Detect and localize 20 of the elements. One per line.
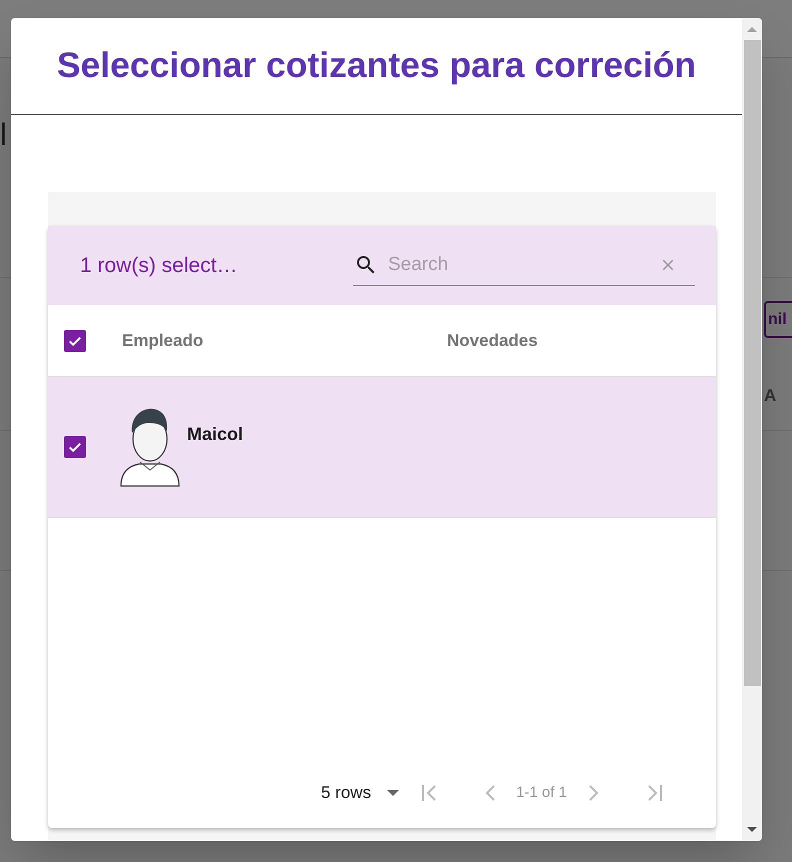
- scrollbar[interactable]: [742, 18, 762, 841]
- scroll-down-icon[interactable]: [747, 827, 757, 833]
- row-checkbox[interactable]: [64, 436, 86, 458]
- page-button[interactable]: nil: [764, 301, 792, 338]
- table-row[interactable]: Maicol: [48, 377, 716, 518]
- next-page-icon[interactable]: [586, 783, 601, 803]
- column-header[interactable]: Empleado: [122, 328, 447, 354]
- page-range: 1-1 of 1: [516, 782, 567, 803]
- scroll-up-icon[interactable]: [747, 26, 757, 32]
- dialog-title: Seleccionar cotizantes para correción: [56, 44, 696, 88]
- employee-name: Maicol: [187, 422, 244, 446]
- search-field[interactable]: Search: [388, 250, 659, 280]
- table-cell-text: A: [764, 385, 776, 407]
- previous-page-icon[interactable]: [483, 783, 498, 803]
- rows-per-page-select[interactable]: 5 rows: [321, 780, 400, 806]
- select-all-checkbox[interactable]: [64, 330, 86, 352]
- column-header[interactable]: Novedades: [447, 328, 538, 354]
- selection-count: 1 row(s) select…: [80, 252, 239, 279]
- caret-icon: [386, 789, 400, 797]
- page-heading: l: [0, 116, 7, 154]
